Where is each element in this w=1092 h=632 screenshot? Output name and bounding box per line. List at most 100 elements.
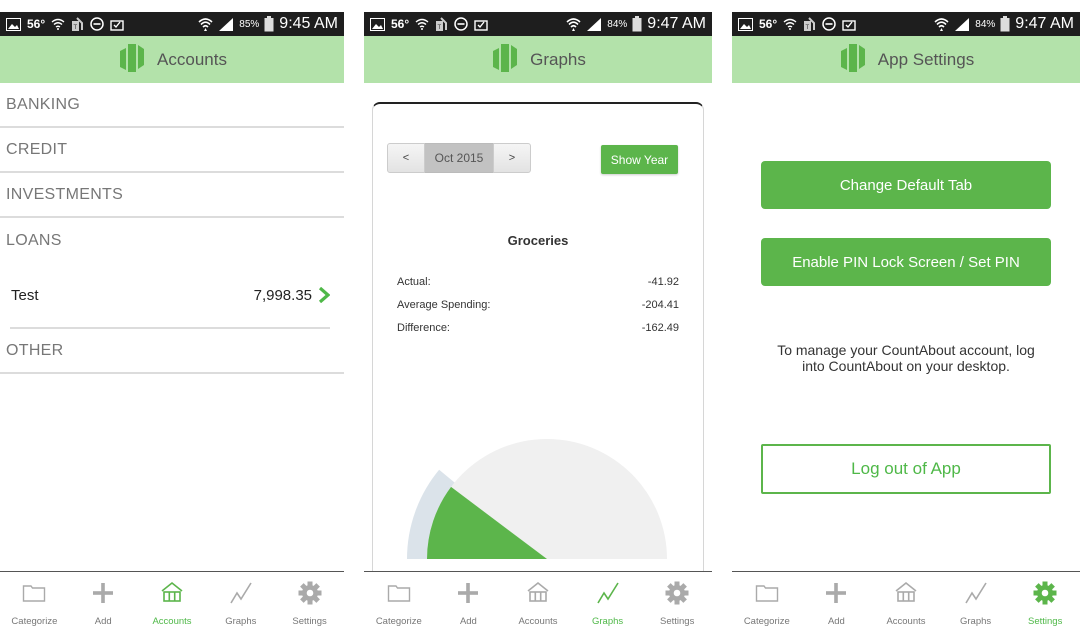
stat-difference: Difference: -162.49: [397, 322, 679, 345]
account-name: Test: [11, 286, 39, 304]
tab-label: Graphs: [592, 616, 624, 627]
tab-label: Add: [459, 616, 477, 627]
tab-add[interactable]: Add: [802, 572, 872, 632]
stat-actual: Actual: -41.92: [397, 276, 679, 299]
clock: 9:45 AM: [279, 15, 338, 32]
bank-icon: [160, 581, 184, 610]
header: Graphs: [364, 36, 712, 83]
prev-month-button[interactable]: <: [387, 143, 425, 173]
account-row[interactable]: Test 7,998.35: [10, 263, 330, 329]
current-month: Oct 2015: [425, 143, 493, 173]
tab-accounts[interactable]: Accounts: [871, 572, 941, 632]
tab-label: Settings: [292, 616, 327, 627]
signal-icon: [954, 17, 970, 31]
tab-label: Graphs: [225, 616, 257, 627]
plus-icon: [91, 581, 115, 610]
stat-average: Average Spending: -204.41: [397, 299, 679, 322]
status-right: 84% 9:47 AM: [934, 15, 1074, 33]
tab-add[interactable]: Add: [69, 572, 138, 632]
clipboard-icon: [842, 17, 856, 31]
do-not-disturb-icon: [822, 17, 836, 31]
status-right: 84% 9:47 AM: [566, 15, 706, 33]
tab-bar: Categorize Add Accounts Graphs Settings: [732, 571, 1080, 632]
section-loans[interactable]: LOANS: [0, 218, 344, 263]
stat-label: Average Spending:: [397, 299, 491, 311]
tab-add[interactable]: Add: [434, 572, 504, 632]
t-mobile-icon: T: [435, 16, 448, 32]
section-banking[interactable]: BANKING: [0, 83, 344, 128]
enable-pin-button[interactable]: Enable PIN Lock Screen / Set PIN: [761, 238, 1051, 286]
wifi-icon: [198, 17, 213, 31]
tab-label: Categorize: [743, 616, 790, 627]
show-year-button[interactable]: Show Year: [601, 145, 678, 174]
tab-categorize[interactable]: Categorize: [732, 572, 802, 632]
tab-settings[interactable]: Settings: [1010, 572, 1080, 632]
page-title: Accounts: [157, 49, 227, 69]
status-bar: 56° T 84% 9:47 AM: [732, 12, 1080, 36]
tab-settings[interactable]: Settings: [275, 572, 344, 632]
status-left: 56° T: [370, 16, 488, 32]
next-month-button[interactable]: >: [493, 143, 531, 173]
manage-account-note: To manage your CountAbout account, log i…: [777, 342, 1035, 374]
signal-icon: [586, 17, 602, 31]
status-bar: 56° T 84% 9:47 AM: [364, 12, 712, 36]
folder-icon: [22, 581, 46, 610]
svg-text:T: T: [74, 25, 78, 31]
section-other[interactable]: OTHER: [0, 329, 344, 374]
month-navigator: < Oct 2015 >: [387, 143, 531, 173]
tab-graphs[interactable]: Graphs: [206, 572, 275, 632]
tab-label: Add: [827, 616, 845, 627]
weather-temp: 56°: [27, 17, 46, 31]
stat-label: Actual:: [397, 276, 431, 288]
countabout-logo-icon: [490, 42, 520, 77]
gear-icon: [665, 581, 689, 610]
tab-categorize[interactable]: Categorize: [364, 572, 434, 632]
tab-graphs[interactable]: Graphs: [573, 572, 643, 632]
logout-button[interactable]: Log out of App: [761, 444, 1051, 494]
tab-label: Settings: [660, 616, 695, 627]
tab-graphs[interactable]: Graphs: [941, 572, 1011, 632]
tab-label: Accounts: [152, 616, 192, 627]
wifi-icon: [566, 17, 581, 31]
tab-categorize[interactable]: Categorize: [0, 572, 69, 632]
graph-card: < Oct 2015 > Show Year Groceries Actual:…: [372, 102, 704, 571]
battery-percent: 84%: [607, 18, 628, 30]
graph-icon: [229, 581, 253, 610]
battery-icon: [1000, 16, 1010, 32]
section-investments[interactable]: INVESTMENTS: [0, 173, 344, 218]
tab-label: Categorize: [11, 616, 58, 627]
countabout-logo-icon: [838, 42, 868, 77]
tab-accounts[interactable]: Accounts: [503, 572, 573, 632]
wifi-icon: [934, 17, 949, 31]
chevron-right-icon[interactable]: [318, 287, 330, 303]
stat-label: Difference:: [397, 322, 450, 334]
tab-label: Categorize: [375, 616, 422, 627]
signal-icon: [218, 17, 234, 31]
battery-icon: [264, 16, 274, 32]
countabout-logo-icon: [117, 42, 147, 77]
weather-temp: 56°: [759, 17, 778, 31]
image-icon: [370, 17, 385, 31]
wifi-security-icon: [51, 18, 65, 30]
t-mobile-icon: T: [803, 16, 816, 32]
tab-settings[interactable]: Settings: [642, 572, 712, 632]
svg-text:T: T: [438, 25, 442, 31]
clipboard-icon: [110, 17, 124, 31]
status-bar: 56° T 85% 9:45 AM: [0, 12, 344, 36]
plus-icon: [456, 581, 480, 610]
svg-text:T: T: [806, 25, 810, 31]
change-default-tab-button[interactable]: Change Default Tab: [761, 161, 1051, 209]
stat-value: -41.92: [647, 276, 679, 288]
tab-accounts[interactable]: Accounts: [138, 572, 207, 632]
wifi-security-icon: [783, 18, 797, 30]
settings-screen: 56° T 84% 9:47 AM App Settings Change Defau…: [732, 12, 1080, 632]
image-icon: [6, 17, 21, 31]
status-left: 56° T: [6, 16, 124, 32]
stat-value: -204.41: [641, 299, 679, 311]
weather-temp: 56°: [391, 17, 410, 31]
section-credit[interactable]: CREDIT: [0, 128, 344, 173]
tab-bar: Categorize Add Accounts Graphs Settings: [0, 571, 344, 632]
status-left: 56° T: [738, 16, 856, 32]
graph-icon: [596, 581, 620, 610]
tab-label: Accounts: [886, 616, 926, 627]
